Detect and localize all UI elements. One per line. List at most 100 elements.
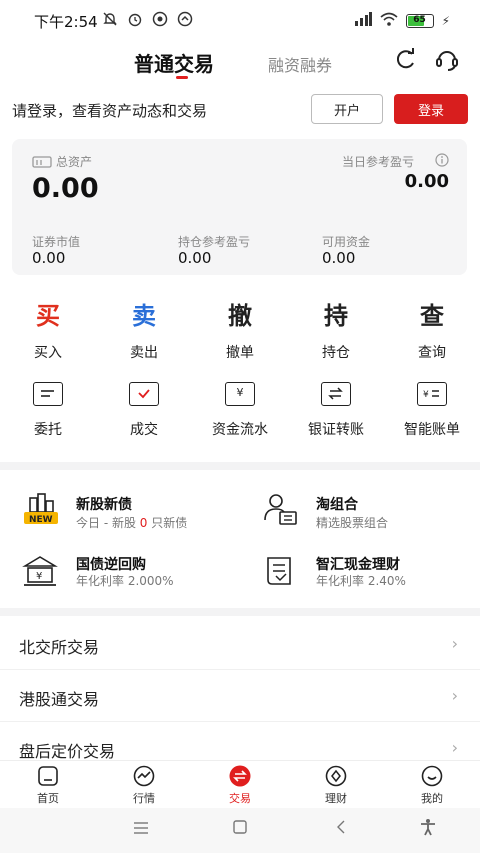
ipo-title: 新股新债 — [76, 497, 132, 513]
cancel-order-button[interactable]: 撤 撤单 — [192, 300, 288, 362]
menu-icon[interactable] — [129, 818, 153, 842]
status-time: 下午2:54 — [34, 13, 98, 31]
deal-icon — [129, 382, 159, 406]
refresh-icon[interactable] — [392, 45, 420, 73]
cancel-order-icon: 撤 — [228, 302, 252, 330]
list-item-label: 港股通交易 — [19, 690, 100, 709]
ipo-sub-suffix: 只新债 — [147, 516, 188, 530]
list-item-bse[interactable]: 北交所交易 › — [0, 618, 480, 670]
query-icon: 查 — [420, 302, 444, 330]
svg-text:¥: ¥ — [423, 390, 429, 400]
cash-flow-label: 资金流水 — [212, 422, 268, 438]
buy-label: 买入 — [34, 345, 62, 361]
total-assets-label: 总资产 — [56, 155, 93, 169]
ipo-subtitle: 今日 - 新股 0 只新债 — [76, 514, 187, 531]
sell-icon: 卖 — [132, 302, 156, 330]
header: 普通交易 融资融券 — [0, 40, 480, 86]
profile-icon — [421, 765, 443, 787]
cash-flow-button[interactable]: ¥ 资金流水 — [192, 378, 288, 439]
nav-market-label: 行情 — [133, 792, 155, 805]
charging-icon: ⚡ — [441, 13, 450, 28]
tab-normal-trading[interactable]: 普通交易 — [134, 48, 214, 77]
accessibility-icon[interactable] — [416, 818, 440, 842]
sell-button[interactable]: 卖 卖出 — [96, 300, 192, 362]
nav-mine-label: 我的 — [421, 792, 443, 805]
list-item-hk-connect[interactable]: 港股通交易 › — [0, 670, 480, 722]
nav-trade-label: 交易 — [229, 792, 251, 805]
market-value: 0.00 — [32, 249, 66, 267]
app-notify-icon — [152, 11, 168, 27]
positions-label: 持仓 — [322, 345, 350, 361]
positions-button[interactable]: 持 持仓 — [288, 300, 384, 362]
buy-button[interactable]: 买 买入 — [0, 300, 96, 362]
nav-mine[interactable]: 我的 — [384, 765, 480, 806]
tab-margin-trading[interactable]: 融资融券 — [268, 52, 332, 76]
cash-mgmt-title: 智汇现金理财 — [316, 557, 400, 573]
alarm-icon — [127, 11, 143, 27]
transfer-label: 银证转账 — [308, 422, 364, 438]
query-button[interactable]: 查 查询 — [384, 300, 480, 362]
assets-card[interactable]: 总资产 0.00 当日参考盈亏 0.00 证券市值 0.00 持仓参考盈亏 0.… — [12, 139, 467, 275]
login-button[interactable]: 登录 — [394, 94, 468, 124]
bank-icon: ¥ — [22, 554, 58, 592]
market-value-label: 证券市值 — [32, 235, 81, 249]
portfolio-card[interactable]: 淘组合 精选股票组合 — [240, 476, 480, 536]
wealth-icon — [325, 765, 347, 787]
available-funds-label: 可用资金 — [322, 235, 371, 249]
ipo-sub-prefix: 今日 - 新股 — [76, 516, 140, 530]
battery-icon: 65 — [405, 13, 434, 28]
positions-icon: 持 — [324, 302, 348, 330]
query-label: 查询 — [418, 345, 446, 361]
nav-trade[interactable]: 交易 — [192, 765, 288, 806]
assets-icon — [32, 153, 52, 172]
position-pl-value: 0.00 — [178, 249, 212, 267]
deal-button[interactable]: 成交 — [96, 378, 192, 439]
wifi-icon — [380, 11, 398, 30]
customer-service-icon[interactable] — [433, 45, 461, 73]
cash-mgmt-icon — [262, 554, 298, 592]
open-account-button[interactable]: 开户 — [311, 94, 383, 124]
signal-icon — [354, 11, 372, 30]
available-funds-value: 0.00 — [322, 249, 356, 267]
cash-mgmt-subtitle: 年化利率 2.40% — [316, 574, 406, 588]
bill-label: 智能账单 — [404, 422, 460, 438]
entrust-icon — [33, 382, 63, 406]
cancel-order-label: 撤单 — [226, 345, 254, 361]
nav-market[interactable]: 行情 — [96, 765, 192, 806]
chevron-right-icon: › — [451, 634, 458, 653]
info-icon[interactable] — [435, 152, 449, 171]
nav-home-label: 首页 — [37, 792, 59, 805]
login-prompt: 请登录，查看资产动态和交易 — [12, 102, 208, 120]
portfolio-subtitle: 精选股票组合 — [316, 516, 389, 530]
status-bar: 下午2:54 65 ⚡ — [0, 0, 480, 40]
new-stock-icon: NEW — [22, 492, 60, 530]
cash-mgmt-card[interactable]: 智汇现金理财 年化利率 2.40% — [240, 540, 480, 600]
repo-title: 国债逆回购 — [76, 557, 146, 573]
bill-icon: ¥ — [417, 382, 447, 406]
new-badge: NEW — [29, 515, 53, 525]
daily-pl-value: 0.00 — [404, 171, 449, 192]
daily-pl-label: 当日参考盈亏 — [342, 155, 415, 169]
ipo-card[interactable]: NEW 新股新债 今日 - 新股 0 只新债 — [0, 476, 240, 536]
svg-text:¥: ¥ — [36, 571, 42, 582]
transfer-button[interactable]: 银证转账 — [288, 378, 384, 439]
home-square-icon[interactable] — [228, 818, 252, 842]
nav-home[interactable]: 首页 — [0, 765, 96, 806]
bill-button[interactable]: ¥ 智能账单 — [384, 378, 480, 439]
bottom-nav: 首页 行情 交易 理财 我的 — [0, 760, 480, 808]
cash-flow-icon: ¥ — [225, 382, 255, 406]
transfer-icon — [321, 382, 351, 406]
back-icon[interactable] — [329, 818, 353, 842]
system-nav-bar — [0, 808, 480, 853]
entrust-label: 委托 — [34, 422, 62, 438]
section-divider-2 — [0, 608, 480, 616]
deal-label: 成交 — [130, 422, 158, 438]
repo-card[interactable]: ¥ 国债逆回购 年化利率 2.000% — [0, 540, 240, 600]
nav-wealth[interactable]: 理财 — [288, 765, 384, 806]
nav-wealth-label: 理财 — [325, 792, 347, 805]
entrust-button[interactable]: 委托 — [0, 378, 96, 439]
app-notify-icon-2 — [177, 11, 193, 27]
chevron-right-icon: › — [451, 738, 458, 757]
battery-level: 65 — [413, 14, 426, 25]
list-item-label: 北交所交易 — [19, 638, 100, 657]
